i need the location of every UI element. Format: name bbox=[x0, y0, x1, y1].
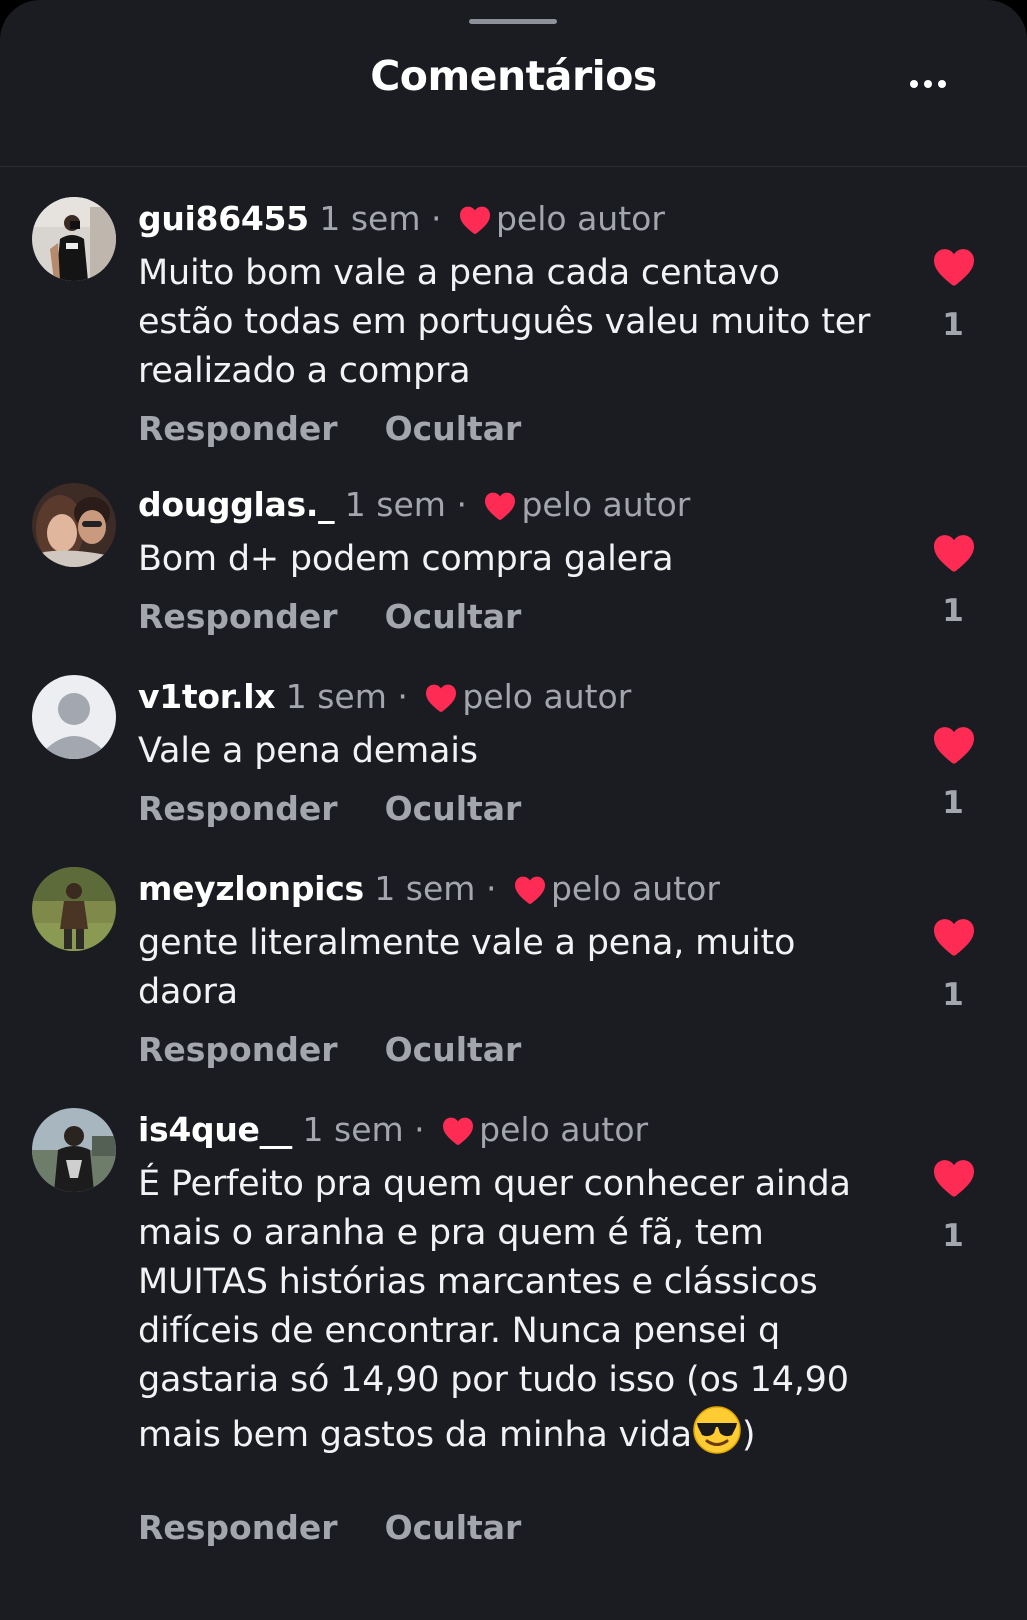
like-heart-icon[interactable] bbox=[932, 725, 976, 765]
more-options-icon[interactable] bbox=[900, 64, 956, 104]
comment-text: Muito bom vale a pena cada centavo estão… bbox=[138, 253, 871, 391]
avatar[interactable] bbox=[32, 867, 116, 951]
liked-by-author-label: pelo autor bbox=[550, 869, 720, 908]
like-count: 1 bbox=[942, 1218, 964, 1254]
avatar[interactable] bbox=[32, 197, 116, 281]
comment-text: É Perfeito pra quem quer conhecer ainda … bbox=[138, 1160, 878, 1460]
username[interactable]: dougglas._ bbox=[138, 485, 335, 524]
like-count: 1 bbox=[942, 307, 964, 343]
liked-by-author-label: pelo autor bbox=[495, 199, 665, 238]
dot bbox=[910, 80, 918, 88]
avatar[interactable] bbox=[32, 483, 116, 567]
separator: · bbox=[485, 869, 497, 908]
comment-actions: Responder Ocultar bbox=[138, 789, 563, 829]
liked-by-author-label: pelo autor bbox=[462, 677, 632, 716]
heart-icon bbox=[483, 491, 517, 521]
separator: · bbox=[414, 1110, 425, 1149]
sunglasses-emoji-icon bbox=[693, 1406, 741, 1454]
separator: · bbox=[397, 677, 408, 716]
timestamp: 1 sem bbox=[374, 869, 476, 908]
avatar[interactable] bbox=[32, 1108, 116, 1192]
like-heart-icon[interactable] bbox=[932, 1158, 976, 1198]
dot bbox=[938, 80, 946, 88]
username[interactable]: meyzlonpics bbox=[138, 869, 364, 908]
heart-icon bbox=[424, 683, 458, 713]
heart-icon bbox=[458, 205, 492, 235]
like-count: 1 bbox=[942, 977, 964, 1013]
hide-button[interactable]: Ocultar bbox=[385, 597, 522, 636]
comment-text: gente literalmente vale a pena, muito da… bbox=[138, 923, 796, 1012]
hide-button[interactable]: Ocultar bbox=[385, 789, 522, 828]
hide-button[interactable]: Ocultar bbox=[385, 1030, 522, 1069]
reply-button[interactable]: Responder bbox=[138, 1508, 338, 1547]
comment-text-body: É Perfeito pra quem quer conhecer ainda … bbox=[138, 1164, 851, 1455]
hide-button[interactable]: Ocultar bbox=[385, 1508, 522, 1547]
comment-meta: gui86455 1 sem · pelo autor bbox=[138, 197, 665, 241]
sheet-header: Comentários bbox=[0, 0, 1027, 167]
comments-sheet: Comentários gui86455 1 sem · pelo autor … bbox=[0, 0, 1027, 1620]
comment-text: Bom d+ podem compra galera bbox=[138, 539, 674, 579]
comment-actions: Responder Ocultar bbox=[138, 597, 563, 637]
username[interactable]: v1tor.lx bbox=[138, 677, 276, 716]
timestamp: 1 sem bbox=[319, 199, 421, 238]
reply-button[interactable]: Responder bbox=[138, 409, 338, 448]
hide-button[interactable]: Ocultar bbox=[385, 409, 522, 448]
like-heart-icon[interactable] bbox=[932, 917, 976, 957]
comment-actions: Responder Ocultar bbox=[138, 1508, 563, 1548]
liked-by-author-label: pelo autor bbox=[521, 485, 691, 524]
like-count: 1 bbox=[942, 785, 964, 821]
reply-button[interactable]: Responder bbox=[138, 597, 338, 636]
reply-button[interactable]: Responder bbox=[138, 1030, 338, 1069]
page-title: Comentários bbox=[370, 52, 657, 100]
comment-meta: dougglas._ 1 sem · pelo autor bbox=[138, 483, 690, 527]
comment-actions: Responder Ocultar bbox=[138, 1030, 563, 1070]
comment-text-end: ) bbox=[741, 1415, 756, 1455]
like-heart-icon[interactable] bbox=[932, 247, 976, 287]
liked-by-author-label: pelo autor bbox=[479, 1110, 649, 1149]
drag-handle[interactable] bbox=[469, 19, 557, 24]
username[interactable]: gui86455 bbox=[138, 199, 309, 238]
separator: · bbox=[430, 199, 442, 238]
dot bbox=[924, 80, 932, 88]
comment-meta: meyzlonpics 1 sem · pelo autor bbox=[138, 867, 720, 911]
like-heart-icon[interactable] bbox=[932, 533, 976, 573]
comment-text: Vale a pena demais bbox=[138, 731, 478, 771]
username[interactable]: is4que__ bbox=[138, 1110, 292, 1149]
avatar[interactable] bbox=[32, 675, 116, 759]
separator: · bbox=[456, 485, 467, 524]
timestamp: 1 sem bbox=[344, 485, 446, 524]
comment-actions: Responder Ocultar bbox=[138, 409, 563, 449]
timestamp: 1 sem bbox=[302, 1110, 404, 1149]
like-count: 1 bbox=[942, 593, 964, 629]
heart-icon bbox=[441, 1116, 475, 1146]
comment-meta: v1tor.lx 1 sem · pelo autor bbox=[138, 675, 631, 719]
timestamp: 1 sem bbox=[285, 677, 387, 716]
reply-button[interactable]: Responder bbox=[138, 789, 338, 828]
heart-icon bbox=[513, 875, 547, 905]
comment-meta: is4que__ 1 sem · pelo autor bbox=[138, 1108, 648, 1152]
